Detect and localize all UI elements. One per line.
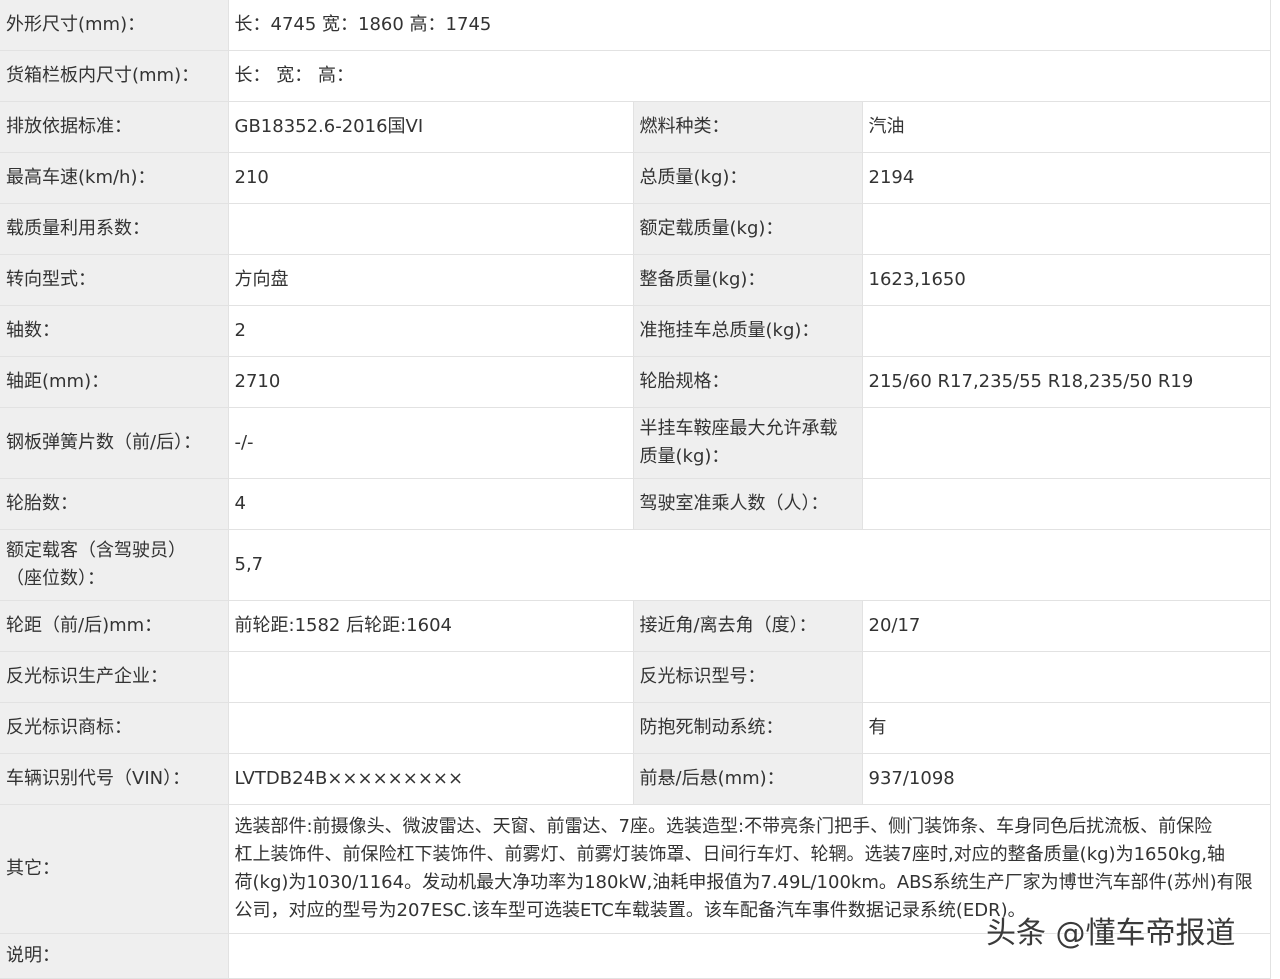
row-wheelbase-tyre: 轴距(mm)： 2710 轮胎规格： 215/60 R17,235/55 R18… [0, 356, 1271, 408]
other-line-3: 荷(kg)为1030/1164。发动机最大净功率为180kW,油耗申报值为7.4… [234, 872, 1253, 893]
label-vin: 车辆识别代号（VIN）： [0, 753, 229, 805]
label-axle-count: 轴数： [0, 305, 229, 357]
value-leaf-spring: -/- [228, 407, 634, 479]
label-reflector-maker: 反光标识生产企业： [0, 651, 229, 703]
value-track: 前轮距:1582 后轮距:1604 [228, 600, 634, 652]
label-saddle-load-line2: 质量(kg)： [639, 446, 730, 467]
label-rated-passengers-line1: 额定载客（含驾驶员） [6, 540, 186, 561]
value-total-mass: 2194 [862, 152, 1271, 204]
value-tyre-count: 4 [228, 478, 634, 530]
label-approach-departure: 接近角/离去角（度）： [633, 600, 863, 652]
row-speed-mass: 最高车速(km/h)： 210 总质量(kg)： 2194 [0, 152, 1271, 204]
value-trailer-mass [862, 305, 1271, 357]
row-tyres-cab: 轮胎数： 4 驾驶室准乘人数（人）： [0, 478, 1271, 530]
value-overhang: 937/1098 [862, 753, 1271, 805]
value-fuel-type: 汽油 [862, 101, 1271, 153]
label-rated-load: 额定载质量(kg)： [633, 203, 863, 255]
label-emission-standard: 排放依据标准： [0, 101, 229, 153]
value-axle-count: 2 [228, 305, 634, 357]
value-curb-mass: 1623,1650 [862, 254, 1271, 306]
row-steering-curb: 转向型式： 方向盘 整备质量(kg)： 1623,1650 [0, 254, 1271, 306]
label-tyre-count: 轮胎数： [0, 478, 229, 530]
label-rated-passengers: 额定载客（含驾驶员） （座位数）： [0, 529, 229, 601]
label-total-mass: 总质量(kg)： [633, 152, 863, 204]
label-reflector-brand: 反光标识商标： [0, 702, 229, 754]
row-reflector-brand: 反光标识商标： 防抱死制动系统： 有 [0, 702, 1271, 754]
row-emission-fuel: 排放依据标准： GB18352.6-2016国VI 燃料种类： 汽油 [0, 101, 1271, 153]
label-trailer-mass: 准拖挂车总质量(kg)： [633, 305, 863, 357]
label-max-speed: 最高车速(km/h)： [0, 152, 229, 204]
value-rated-load [862, 203, 1271, 255]
value-tyre-spec: 215/60 R17,235/55 R18,235/50 R19 [862, 356, 1271, 408]
row-cargo-box: 货箱栏板内尺寸(mm)： 长： 宽： 高： [0, 50, 1271, 102]
label-rated-passengers-line2: （座位数）： [6, 568, 105, 589]
label-leaf-spring: 钢板弹簧片数（前/后）： [0, 407, 229, 479]
value-abs: 有 [862, 702, 1271, 754]
label-notes: 说明： [0, 933, 229, 979]
row-axles-trailer: 轴数： 2 准拖挂车总质量(kg)： [0, 305, 1271, 357]
value-reflector-maker [228, 651, 634, 703]
label-reflector-model: 反光标识型号： [633, 651, 863, 703]
value-emission-standard: GB18352.6-2016国VI [228, 101, 634, 153]
value-approach-departure: 20/17 [862, 600, 1271, 652]
label-fuel-type: 燃料种类： [633, 101, 863, 153]
label-cargo-box: 货箱栏板内尺寸(mm)： [0, 50, 229, 102]
value-max-speed: 210 [228, 152, 634, 204]
value-rated-passengers: 5,7 [228, 529, 1271, 601]
value-wheelbase: 2710 [228, 356, 634, 408]
label-overhang: 前悬/后悬(mm)： [633, 753, 863, 805]
value-reflector-brand [228, 702, 634, 754]
row-rated-passengers: 额定载客（含驾驶员） （座位数）： 5,7 [0, 529, 1271, 601]
label-load-coefficient: 载质量利用系数： [0, 203, 229, 255]
value-dimensions: 长：4745 宽：1860 高：1745 [228, 0, 1271, 51]
other-line-2: 杠上装饰件、前保险杠下装饰件、前雾灯、前雾灯装饰罩、日间行车灯、轮辋。选装7座时… [234, 844, 1225, 865]
value-steering-type: 方向盘 [228, 254, 634, 306]
other-line-1: 选装部件:前摄像头、微波雷达、天窗、前雷达、7座。选装造型:不带亮条门把手、侧门… [234, 816, 1213, 837]
label-dimensions: 外形尺寸(mm)： [0, 0, 229, 51]
label-saddle-load: 半挂车鞍座最大允许承载 质量(kg)： [633, 407, 863, 479]
label-saddle-load-line1: 半挂车鞍座最大允许承载 [639, 418, 838, 439]
value-cab-seats [862, 478, 1271, 530]
value-saddle-load [862, 407, 1271, 479]
label-cab-seats: 驾驶室准乘人数（人）： [633, 478, 863, 530]
spec-table: 外形尺寸(mm)： 长：4745 宽：1860 高：1745 货箱栏板内尺寸(m… [0, 0, 1271, 979]
value-load-coefficient [228, 203, 634, 255]
value-vin: LVTDB24B××××××××× [228, 753, 634, 805]
label-tyre-spec: 轮胎规格： [633, 356, 863, 408]
label-curb-mass: 整备质量(kg)： [633, 254, 863, 306]
row-spring-saddle: 钢板弹簧片数（前/后）： -/- 半挂车鞍座最大允许承载 质量(kg)： [0, 407, 1271, 479]
label-wheelbase: 轴距(mm)： [0, 356, 229, 408]
label-abs: 防抱死制动系统： [633, 702, 863, 754]
label-track: 轮距（前/后)mm： [0, 600, 229, 652]
value-reflector-model [862, 651, 1271, 703]
row-dimensions: 外形尺寸(mm)： 长：4745 宽：1860 高：1745 [0, 0, 1271, 51]
row-vin-overhang: 车辆识别代号（VIN）： LVTDB24B××××××××× 前悬/后悬(mm)… [0, 753, 1271, 805]
row-load: 载质量利用系数： 额定载质量(kg)： [0, 203, 1271, 255]
watermark: 头条 @懂车帝报道 [986, 916, 1236, 951]
value-cargo-box: 长： 宽： 高： [228, 50, 1271, 102]
other-line-4: 公司，对应的型号为207ESC.该车型可选装ETC车载装置。该车配备汽车事件数据… [234, 900, 1026, 921]
row-reflector-maker: 反光标识生产企业： 反光标识型号： [0, 651, 1271, 703]
label-other: 其它： [0, 804, 229, 934]
label-steering-type: 转向型式： [0, 254, 229, 306]
row-track-angles: 轮距（前/后)mm： 前轮距:1582 后轮距:1604 接近角/离去角（度）：… [0, 600, 1271, 652]
